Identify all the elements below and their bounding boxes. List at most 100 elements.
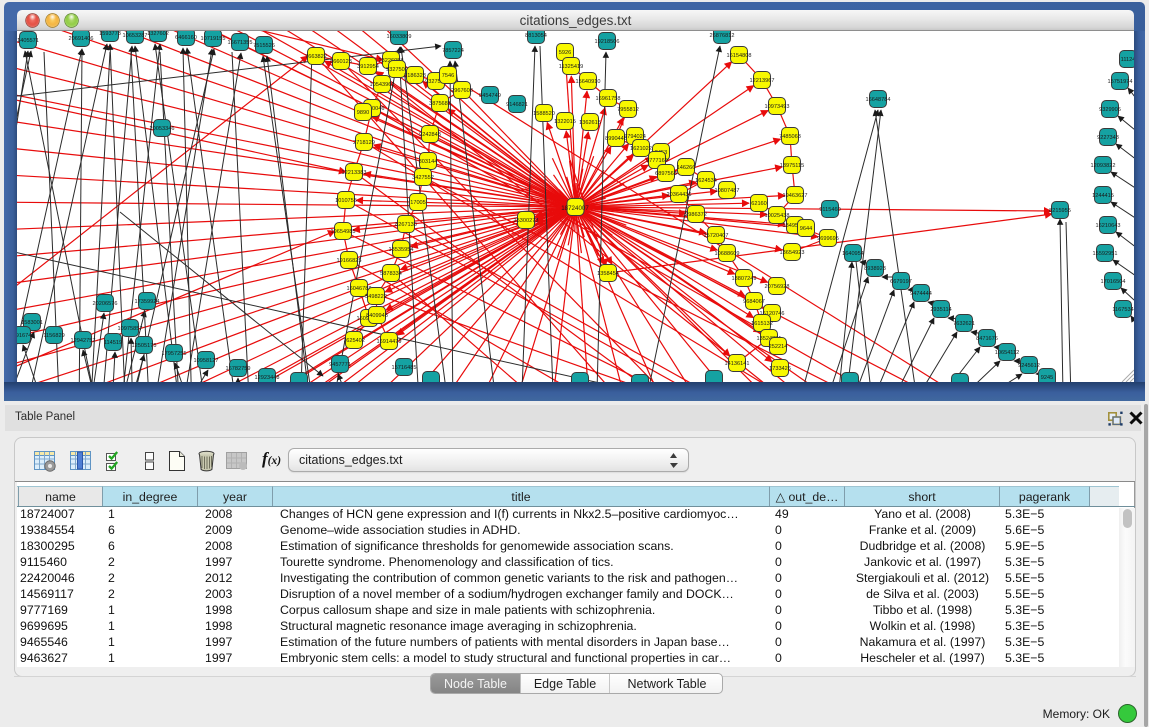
svg-text:17957255: 17957255 [162,351,187,357]
svg-text:8186328: 8186328 [404,73,426,79]
svg-text:5926: 5926 [559,50,571,56]
svg-text:3427552: 3427552 [412,175,434,181]
svg-text:18807249: 18807249 [732,276,757,282]
svg-text:17016504: 17016504 [1101,279,1126,285]
svg-text:1358454: 1358454 [597,271,619,277]
svg-text:252214: 252214 [769,344,788,350]
svg-text:14136141: 14136141 [725,361,750,367]
svg-text:13975115: 13975115 [780,163,804,169]
svg-text:10807487: 10807487 [715,188,740,194]
svg-text:9699695: 9699695 [817,236,839,242]
svg-text:10543962: 10543962 [370,82,395,88]
svg-text:7955812: 7955812 [617,107,639,113]
svg-text:16648784: 16648784 [866,97,891,103]
svg-text:8938923: 8938923 [864,266,886,272]
svg-text:11325419: 11325419 [559,64,583,70]
svg-text:803144: 803144 [419,159,438,165]
svg-text:9245: 9245 [1041,375,1053,381]
svg-text:391674: 391674 [17,333,31,339]
svg-text:6466160: 6466160 [175,35,197,41]
svg-text:9115460: 9115460 [819,207,840,213]
svg-text:3875685: 3875685 [429,101,451,107]
svg-text:5878334: 5878334 [380,271,402,277]
svg-text:15716485: 15716485 [392,365,417,371]
svg-text:1167534: 1167534 [1112,307,1133,313]
svg-text:10025438: 10025438 [765,213,790,219]
svg-text:8409948: 8409948 [366,313,388,319]
svg-text:8454749: 8454749 [479,93,501,99]
svg-text:15720407: 15720407 [704,233,729,239]
svg-text:16914479: 16914479 [377,339,402,345]
svg-text:15751974: 15751974 [1108,79,1133,85]
svg-text:10975857: 10975857 [118,326,143,332]
svg-text:1593773: 1593773 [99,31,121,37]
svg-text:7515526: 7515526 [253,43,275,49]
svg-text:9242848: 9242848 [419,132,441,138]
svg-text:26876812: 26876812 [710,33,735,39]
svg-text:1621022: 1621022 [630,146,652,152]
svg-text:2718129: 2718129 [353,140,375,146]
svg-text:16033809: 16033809 [387,34,412,40]
svg-text:5498222: 5498222 [365,294,387,300]
svg-text:18724007: 18724007 [561,205,589,212]
svg-text:13654923: 13654923 [780,250,805,256]
svg-text:9684067: 9684067 [743,299,765,305]
svg-text:8660123: 8660123 [330,59,352,65]
svg-text:16671355: 16671355 [228,40,253,46]
svg-text:10958127: 10958127 [194,358,219,364]
svg-text:1640954: 1640954 [842,251,864,257]
svg-text:7546: 7546 [442,73,454,79]
svg-text:1244415: 1244415 [1092,193,1114,199]
svg-text:114519: 114519 [104,340,122,346]
svg-text:9146821: 9146821 [506,102,528,108]
svg-text:17005: 17005 [410,200,426,206]
svg-text:12942757: 12942757 [71,338,96,344]
svg-text:12093822: 12093822 [1091,163,1116,169]
svg-text:10719155: 10719155 [201,36,226,42]
svg-text:9227343: 9227343 [1097,135,1119,141]
svg-text:1624534: 1624534 [695,178,717,184]
svg-text:2935114: 2935114 [930,307,951,313]
svg-text:16154808: 16154808 [727,53,752,59]
svg-text:62160: 62160 [751,201,767,207]
svg-text:3912954: 3912954 [357,64,379,70]
svg-text:12505175: 12505175 [132,343,157,349]
svg-text:7485063: 7485063 [779,134,801,140]
svg-text:12213383: 12213383 [342,170,367,176]
svg-text:20756928: 20756928 [765,284,790,290]
svg-text:11124: 11124 [1121,57,1134,63]
svg-text:13535954: 13535954 [389,247,414,253]
svg-text:15640910: 15640910 [576,79,601,85]
svg-text:8215955: 8215955 [1049,208,1071,214]
svg-text:9644: 9644 [800,226,812,232]
svg-text:146266: 146266 [677,165,696,171]
svg-text:15592951: 15592951 [1093,251,1118,257]
svg-text:1583001: 1583001 [21,320,43,326]
svg-text:10653287: 10653287 [123,33,148,39]
svg-text:12213967: 12213967 [750,78,775,84]
svg-text:10973493: 10973493 [765,104,790,110]
svg-text:19654985: 19654985 [331,229,356,235]
svg-text:9329906: 9329906 [1099,107,1121,113]
svg-text:10688609: 10688609 [715,251,740,257]
svg-text:9890: 9890 [357,110,369,116]
svg-text:1362615: 1362615 [579,120,601,126]
svg-text:7663822: 7663822 [305,54,327,60]
svg-text:1588520: 1588520 [533,111,555,117]
svg-text:6897568: 6897568 [655,171,677,177]
svg-text:16782759: 16782759 [226,366,251,372]
svg-text:9474444: 9474444 [910,291,932,297]
svg-text:7857224: 7857224 [442,48,464,54]
svg-text:1322015: 1322015 [554,119,576,125]
svg-text:19218506: 19218506 [595,39,620,45]
svg-text:9457771: 9457771 [329,362,351,368]
svg-text:9245612: 9245612 [1018,363,1040,369]
svg-text:6679197: 6679197 [890,279,912,285]
svg-text:8471676: 8471676 [976,336,998,342]
svg-text:1327602: 1327602 [147,31,169,37]
svg-text:16210643: 16210643 [1096,223,1121,229]
svg-text:25300273: 25300273 [514,218,539,224]
svg-text:1733426: 1733426 [769,366,791,372]
svg-text:8267130: 8267130 [395,222,417,228]
svg-text:20364436: 20364436 [667,192,692,198]
